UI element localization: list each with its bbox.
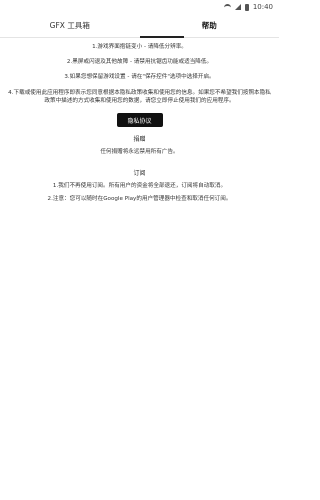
donate-title: 捐赠 [133, 136, 146, 143]
donate-text: 任何捐赠将永远禁用所有广告。 [100, 149, 179, 155]
signal-icon [234, 4, 241, 10]
help-line-4: 4.下载或使用此应用程序即表示您同意根据本隐私政策收集和使用您的信息。如果您不希… [8, 90, 271, 104]
wifi-icon [223, 3, 231, 11]
privacy-policy-button[interactable]: 隐私协议 [116, 113, 163, 127]
privacy-button-wrap: 隐私协议 [6, 113, 273, 127]
battery-icon [244, 3, 249, 11]
status-bar: 10:40 [0, 0, 279, 14]
help-line-1: 1.游戏界面抱链变小 - 请降低分辨率。 [92, 44, 187, 50]
status-time: 10:40 [252, 3, 273, 11]
tab-help[interactable]: 帮助 [140, 14, 280, 37]
subscription-line-2: 2.注意：您可以随时在Google Play的用户管理器中检查和取消任何订阅。 [47, 196, 232, 202]
help-line-2: 2.黑屏或闪退及其他故障 - 请禁用抗锯齿功能或适当降低。 [66, 59, 213, 65]
active-tab-indicator [140, 36, 184, 38]
subscription-title: 订阅 [133, 170, 146, 177]
tab-bar: GFX 工具箱 帮助 [0, 14, 279, 38]
help-line-3: 3.如果您想保留游戏设置 - 请在"保存控件"选项中选择开启。 [64, 74, 215, 80]
help-content: 1.游戏界面抱链变小 - 请降低分辨率。 2.黑屏或闪退及其他故障 - 请禁用抗… [0, 43, 279, 203]
subscription-line-1: 1.我们不再使用订阅。所有用户的资金将全部退还，订阅将自动取消。 [52, 183, 227, 189]
tab-gfx-toolbox[interactable]: GFX 工具箱 [0, 14, 140, 37]
